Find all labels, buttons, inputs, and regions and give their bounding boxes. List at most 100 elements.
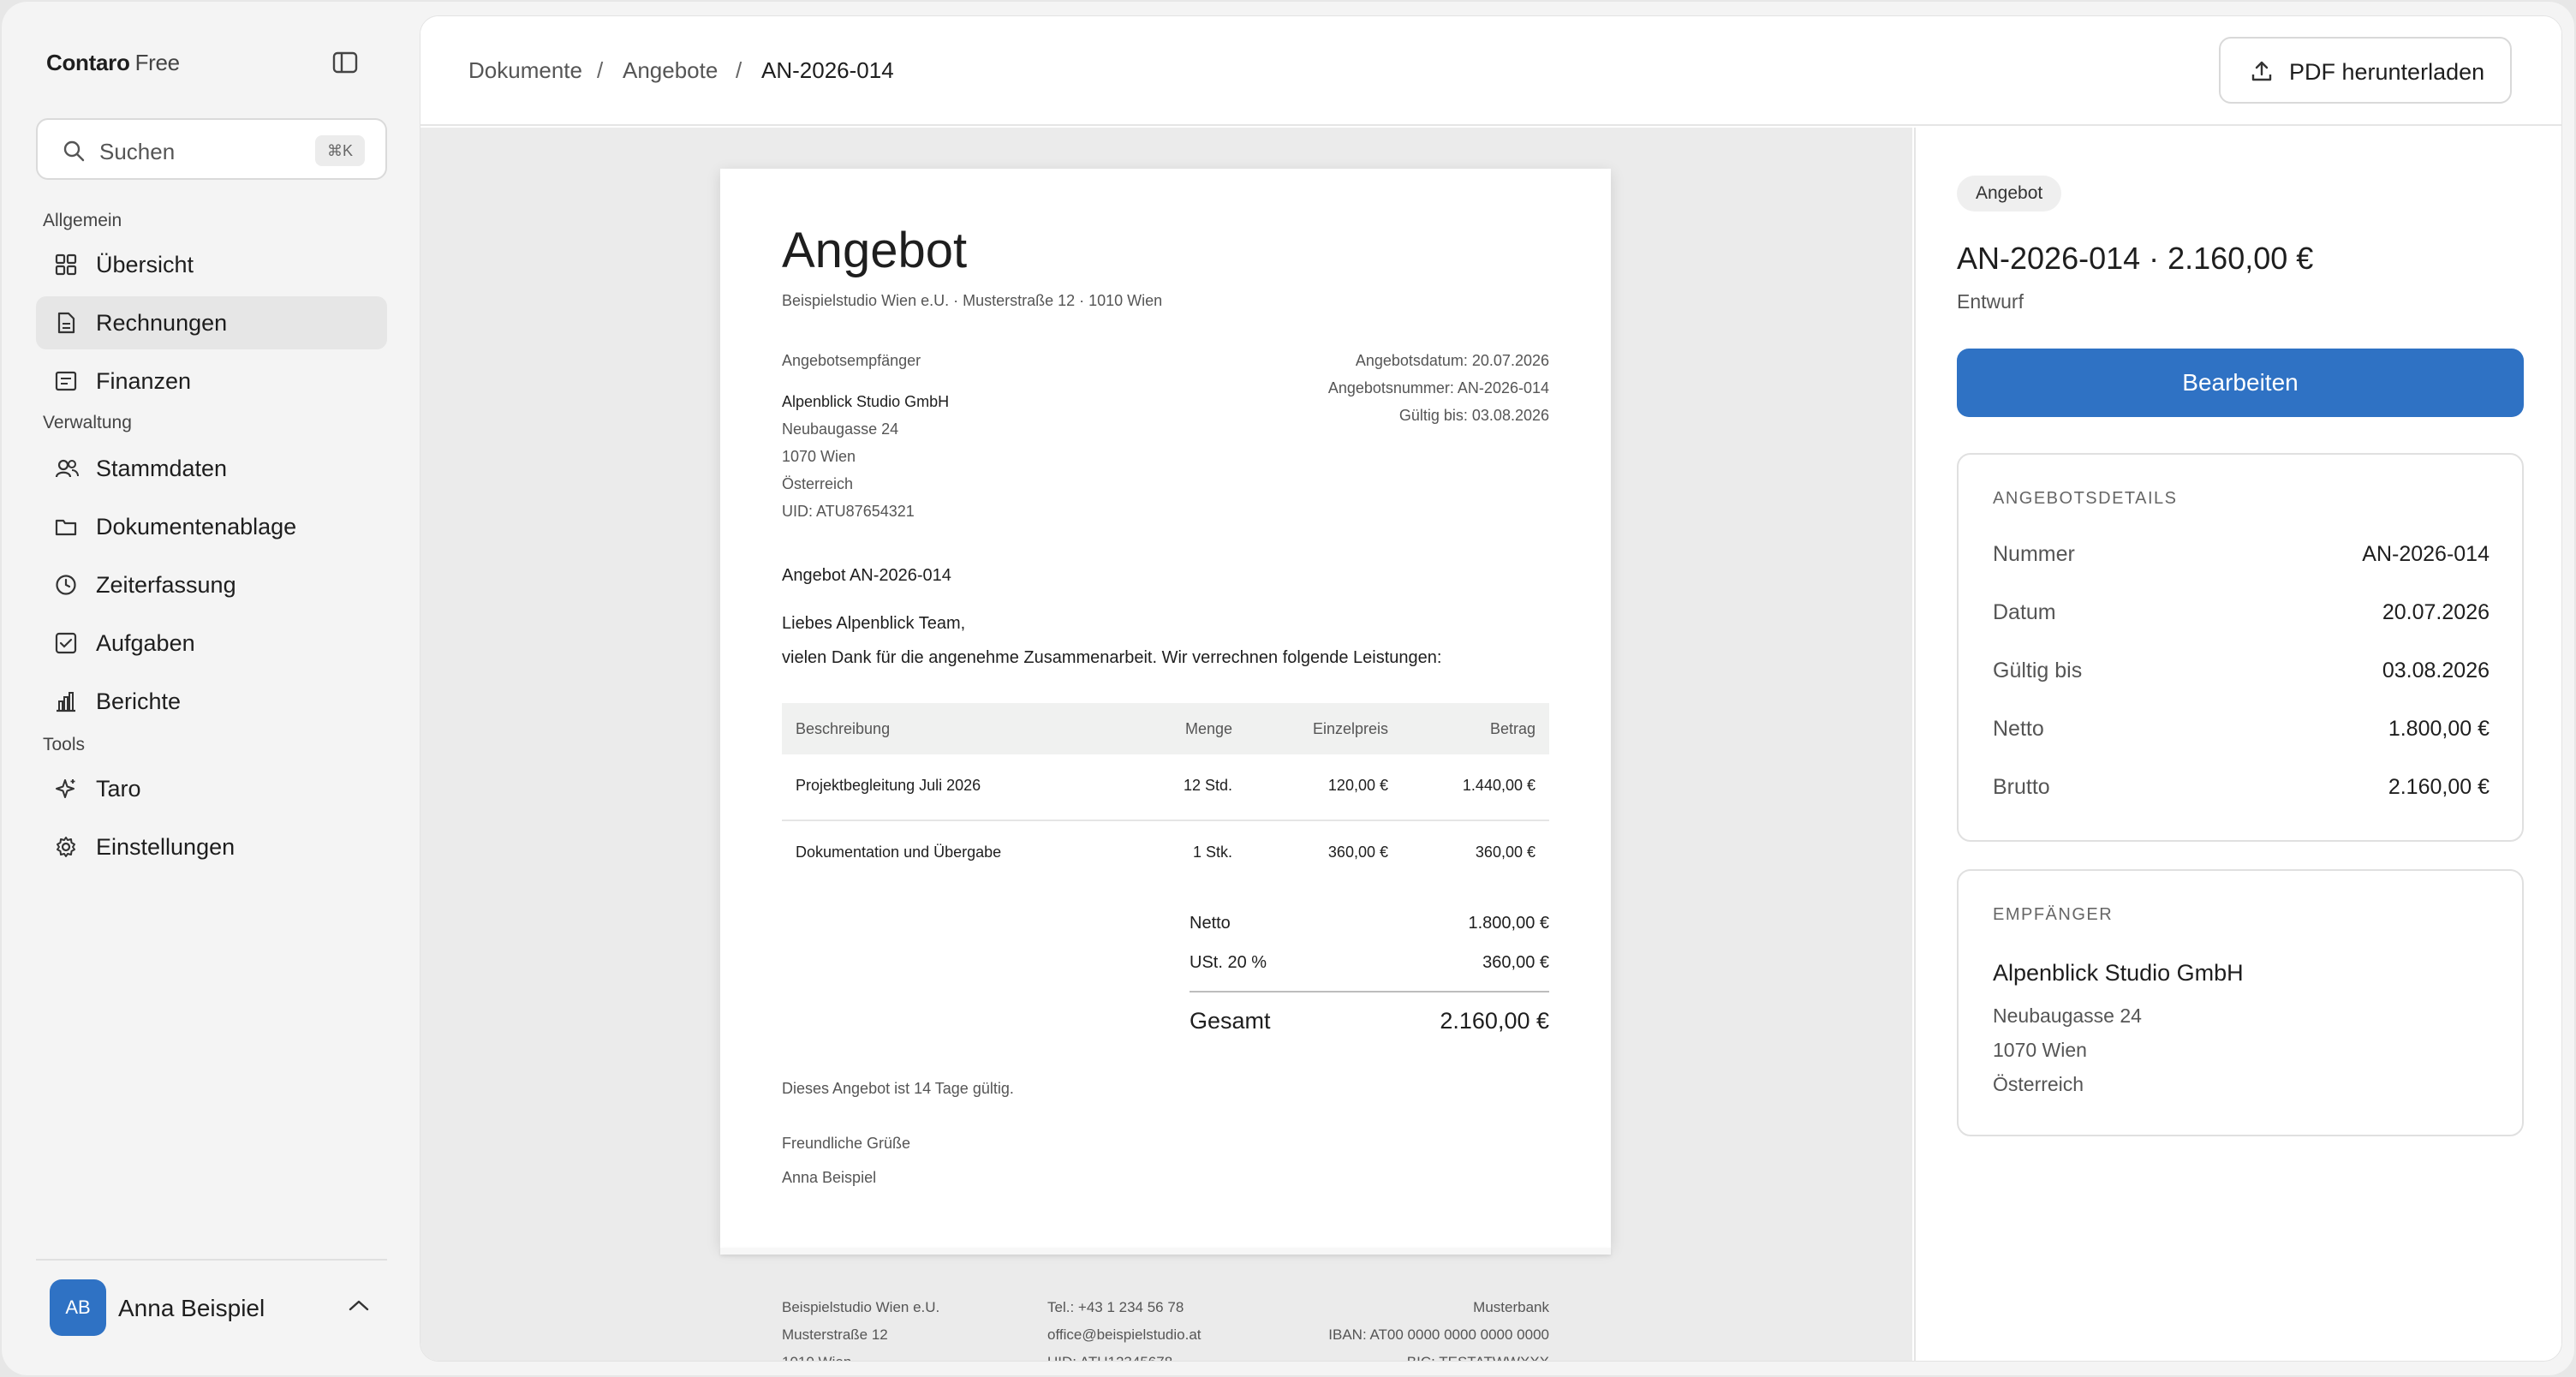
brand-name: Contaro [46, 50, 130, 75]
app-window: Contaro Free Suchen ⌘K Allgemein Übersich… [2, 2, 2574, 1375]
detail-row: Brutto 2.160,00 € [1993, 775, 2490, 806]
gear-icon [55, 836, 77, 858]
table-cell: Projektbegleitung Juli 2026 [796, 777, 981, 794]
sender-line: Beispielstudio Wien e.U. · Musterstraße … [782, 292, 1163, 309]
section-label-tools: Tools [43, 735, 86, 754]
recipient-line: 1070 Wien [782, 448, 856, 465]
users-icon [55, 457, 79, 480]
sidebar-item-stammdaten[interactable]: Stammdaten [36, 442, 387, 495]
status-label: Entwurf [1957, 290, 2024, 313]
closing: Freundliche Grüße [782, 1135, 911, 1152]
search-placeholder: Suchen [99, 139, 176, 164]
sidebar-item-label: Stammdaten [96, 456, 228, 481]
sidebar-item-berichte[interactable]: Berichte [36, 675, 387, 728]
footer-line: Musterbank [1473, 1299, 1549, 1315]
brand-logo[interactable]: Contaro Free [46, 50, 180, 76]
download-pdf-button[interactable]: PDF herunterladen [2219, 37, 2512, 104]
validity-note: Dieses Angebot ist 14 Tage gültig. [782, 1080, 1014, 1097]
breadcrumb-item[interactable]: Dokumente [468, 57, 582, 84]
recipient-card: EMPFÄNGER Alpenblick Studio GmbH Neubaug… [1957, 869, 2524, 1136]
sidebar-item-label: Zeiterfassung [96, 572, 236, 598]
recipient-line: Neubaugasse 24 [1993, 1004, 2142, 1027]
divider [782, 820, 1549, 821]
tax-value: 360,00 € [1482, 953, 1549, 972]
net-value: 1.800,00 € [1468, 914, 1549, 933]
net-label: Netto [1190, 914, 1231, 933]
grid-icon [55, 253, 77, 276]
section-label-verwaltung: Verwaltung [43, 413, 132, 432]
sidebar-item-aufgaben[interactable]: Aufgaben [36, 617, 387, 670]
signature: Anna Beispiel [782, 1169, 877, 1186]
document-intro: vielen Dank für die angenehme Zusammenar… [782, 648, 1442, 667]
details-card: ANGEBOTSDETAILS Nummer AN-2026-014 Datum 2… [1957, 453, 2524, 842]
document-page: Angebot Beispielstudio Wien e.U. · Muste… [720, 169, 1611, 1248]
detail-label: Gültig bis [1993, 659, 2083, 683]
document-subject: Angebot AN-2026-014 [782, 566, 951, 585]
chevron-up-icon[interactable] [346, 1297, 372, 1314]
table-cell: 120,00 € [1327, 777, 1388, 794]
table-cell: 1.440,00 € [1462, 777, 1535, 794]
total-label: Gesamt [1190, 1008, 1271, 1034]
detail-value: 1.800,00 € [2388, 717, 2490, 741]
breadcrumb-item[interactable]: Angebote [623, 57, 718, 84]
table-header [782, 703, 1549, 754]
sidebar-item-finanzen[interactable]: Finanzen [36, 355, 387, 408]
detail-row: Gültig bis 03.08.2026 [1993, 659, 2490, 689]
detail-row: Datum 20.07.2026 [1993, 600, 2490, 631]
meta-line: Angebotsdatum: 20.07.2026 [1355, 352, 1549, 369]
footer-line: Beispielstudio Wien e.U. [782, 1299, 940, 1315]
document-icon [55, 312, 77, 334]
sidebar-item-dokumentenablage[interactable]: Dokumentenablage [36, 500, 387, 553]
recipient-line: Österreich [1993, 1073, 2084, 1095]
table-cell: 1 Stk. [1192, 843, 1232, 861]
sidebar-item-zeiterfassung[interactable]: Zeiterfassung [36, 558, 387, 611]
footer-line: Tel.: +43 1 234 56 78 [1047, 1299, 1184, 1315]
section-label-allgemein: Allgemein [43, 211, 122, 230]
detail-row: Netto 1.800,00 € [1993, 717, 2490, 748]
sidebar-item-rechnungen[interactable]: Rechnungen [36, 296, 387, 349]
search-icon [62, 139, 86, 163]
bar-chart-icon [55, 690, 77, 712]
sidebar-item-uebersicht[interactable]: Übersicht [36, 238, 387, 291]
sidebar-item-label: Finanzen [96, 368, 192, 394]
details-panel: Angebot AN-2026-014 · 2.160,00 € Entwurf… [1914, 128, 2561, 1361]
recipient-name: Alpenblick Studio GmbH [1993, 960, 2244, 986]
detail-label: Nummer [1993, 542, 2075, 566]
avatar[interactable]: AB [50, 1279, 106, 1336]
document-preview: Angebot Beispielstudio Wien e.U. · Muste… [420, 128, 1912, 1361]
user-name[interactable]: Anna Beispiel [118, 1295, 265, 1322]
sidebar-item-einstellungen[interactable]: Einstellungen [36, 820, 387, 873]
footer-line: 1010 Wien [782, 1354, 851, 1361]
breadcrumb-separator: / [597, 57, 604, 83]
sparkle-icon [55, 778, 77, 800]
recipient-label: Angebotsempfänger [782, 352, 921, 369]
column-header: Einzelpreis [1312, 720, 1388, 737]
checkbox-icon [55, 632, 77, 654]
main-content: Dokumente / Angebote / AN-2026-014 PDF h… [420, 15, 2562, 1362]
sidebar-item-taro[interactable]: Taro [36, 762, 387, 815]
detail-label: Datum [1993, 600, 2056, 624]
footer-line: IBAN: AT00 0000 0000 0000 0000 [1328, 1326, 1549, 1343]
detail-label: Netto [1993, 717, 2044, 741]
detail-value: AN-2026-014 [2362, 542, 2490, 566]
sidebar-item-label: Taro [96, 776, 141, 802]
receipt-icon [55, 370, 77, 392]
footer-line: BIC: TESTATWWXXX [1407, 1354, 1549, 1361]
sidebar-item-label: Übersicht [96, 252, 194, 277]
sidebar-toggle-icon[interactable] [332, 51, 360, 75]
upload-icon [2250, 59, 2274, 83]
clock-icon [55, 574, 77, 596]
search-input[interactable]: Suchen ⌘K [36, 118, 387, 180]
detail-value: 03.08.2026 [2382, 659, 2490, 683]
column-header: Betrag [1489, 720, 1535, 737]
recipient-line: UID: ATU87654321 [782, 503, 915, 520]
panel-title: AN-2026-014 · 2.160,00 € [1957, 241, 2314, 276]
page-stack-edge [720, 1248, 1611, 1255]
sidebar: Contaro Free Suchen ⌘K Allgemein Übersich… [2, 2, 420, 1375]
detail-value: 2.160,00 € [2388, 775, 2490, 799]
footer-line: UID: ATU12345678 [1047, 1354, 1172, 1361]
breadcrumb-current: AN-2026-014 [761, 57, 894, 83]
table-cell: Dokumentation und Übergabe [796, 843, 1002, 861]
edit-button[interactable]: Bearbeiten [1957, 349, 2524, 417]
column-header: Beschreibung [796, 720, 891, 737]
